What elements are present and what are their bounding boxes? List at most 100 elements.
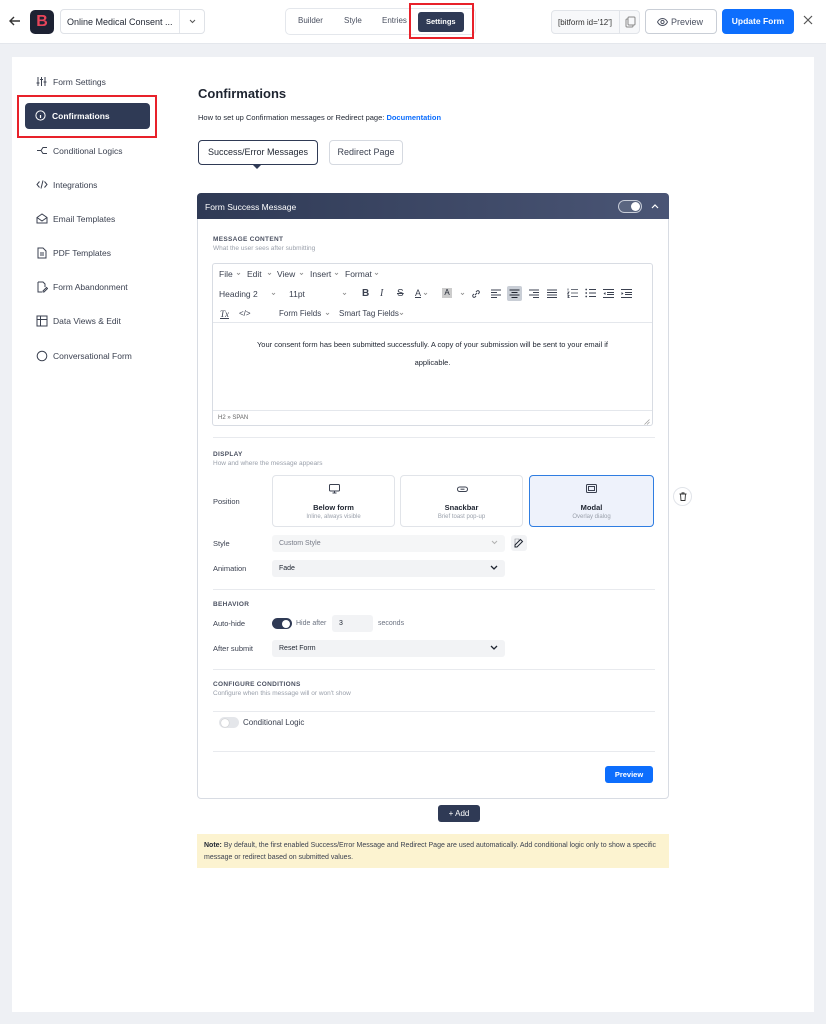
tab-redirect-page[interactable]: Redirect Page — [329, 140, 403, 165]
clear-format-icon[interactable]: Tx — [220, 309, 229, 319]
chevron-up-icon[interactable] — [651, 203, 659, 209]
after-submit-label: After submit — [213, 644, 254, 653]
pill-icon — [457, 484, 468, 494]
chevron-down-icon — [490, 565, 498, 570]
delete-message-button[interactable] — [673, 487, 692, 506]
tab-builder[interactable]: Builder — [298, 16, 323, 25]
trash-icon — [679, 492, 687, 501]
confirmations-highlight-box — [17, 95, 157, 138]
message-content-label: MESSAGE CONTENT — [213, 236, 284, 243]
after-submit-select[interactable]: Reset Form — [272, 640, 505, 657]
copy-icon[interactable] — [619, 11, 639, 33]
italic-icon[interactable]: I — [380, 288, 383, 299]
sidebar-item-conversational-form[interactable]: Conversational Form — [12, 344, 163, 367]
source-code-icon[interactable]: </> — [239, 309, 251, 318]
position-name: Snackbar — [444, 503, 479, 512]
back-arrow-icon[interactable] — [8, 14, 24, 30]
autohide-toggle[interactable] — [272, 618, 292, 629]
align-justify-icon[interactable] — [547, 289, 557, 298]
position-below-form[interactable]: Below form Inline, always visible — [272, 475, 395, 527]
bullet-list-icon[interactable] — [585, 288, 596, 298]
sidebar-item-data-views[interactable]: Data Views & Edit — [12, 309, 163, 333]
documentation-link[interactable]: Documentation — [386, 113, 441, 122]
edit-file-icon — [36, 281, 48, 293]
section-divider — [213, 589, 655, 590]
edit-style-button[interactable] — [511, 535, 527, 551]
shortcode-text: [bitform id='12'] — [558, 18, 612, 27]
sidebar-item-label: Form Settings — [53, 77, 106, 87]
preview-label: Preview — [671, 17, 704, 27]
info-note: Note: By default, the first enabled Succ… — [197, 834, 669, 868]
section-divider — [213, 711, 655, 712]
highlight-color-icon[interactable]: A — [442, 288, 452, 298]
tab-style[interactable]: Style — [344, 16, 362, 25]
smart-tag-fields-dropdown[interactable]: Smart Tag Fields — [339, 309, 399, 318]
text-color-icon[interactable]: A — [415, 288, 421, 298]
indent-icon[interactable] — [621, 289, 632, 298]
close-icon[interactable] — [803, 15, 813, 25]
form-fields-dropdown[interactable]: Form Fields — [279, 309, 321, 318]
sidebar-item-label: Data Views & Edit — [53, 316, 121, 326]
align-right-icon[interactable] — [529, 289, 539, 298]
panel-enabled-toggle[interactable] — [618, 200, 642, 213]
position-name: Below form — [313, 503, 354, 512]
sidebar-item-label: Integrations — [53, 180, 98, 190]
message-preview-button[interactable]: Preview — [605, 766, 653, 783]
editor-content-area[interactable]: Your consent form has been submitted suc… — [213, 322, 652, 410]
strikethrough-icon[interactable]: S — [397, 288, 404, 299]
table-icon — [36, 315, 48, 327]
sidebar-item-form-abandonment[interactable]: Form Abandonment — [12, 275, 163, 299]
preview-button[interactable]: Preview — [645, 9, 717, 34]
block-format-select[interactable]: Heading 2 — [219, 289, 258, 299]
resize-handle-icon[interactable] — [644, 419, 650, 425]
position-name: Modal — [580, 503, 603, 512]
hide-after-input[interactable]: 3 — [332, 615, 373, 632]
page-title: Confirmations — [198, 86, 287, 101]
conditional-logic-toggle[interactable] — [219, 717, 239, 728]
link-icon[interactable] — [471, 289, 481, 299]
edit-icon — [514, 538, 524, 548]
font-size-select[interactable]: 11pt — [289, 289, 305, 299]
sidebar-item-conditional-logics[interactable]: Conditional Logics — [12, 139, 163, 163]
sidebar-item-label: Form Abandonment — [53, 282, 128, 292]
sidebar-item-label: Email Templates — [53, 214, 116, 224]
behavior-label: BEHAVIOR — [213, 601, 250, 608]
style-value: Custom Style — [279, 540, 321, 547]
position-label: Position — [213, 497, 240, 506]
sidebar-item-integrations[interactable]: Integrations — [12, 173, 163, 197]
editor-status-bar: H2 » SPAN — [213, 410, 652, 426]
tab-entries[interactable]: Entries — [382, 16, 407, 25]
sidebar-item-email-templates[interactable]: Email Templates — [12, 207, 163, 231]
animation-select[interactable]: Fade — [272, 560, 505, 577]
mail-open-icon — [36, 213, 48, 224]
sidebar-item-pdf-templates[interactable]: PDF Templates — [12, 241, 163, 265]
align-left-icon[interactable] — [491, 289, 501, 298]
shortcode-box[interactable]: [bitform id='12'] — [551, 10, 640, 34]
add-message-button[interactable]: + Add — [438, 805, 480, 822]
section-divider — [213, 669, 655, 670]
update-form-button[interactable]: Update Form — [722, 9, 794, 34]
note-label: Note: — [204, 842, 222, 849]
align-center-icon[interactable] — [507, 286, 522, 301]
tab-success-error-messages[interactable]: Success/Error Messages — [198, 140, 318, 165]
active-tab-caret — [253, 165, 261, 169]
bold-icon[interactable]: B — [362, 288, 369, 299]
outdent-icon[interactable] — [603, 289, 614, 298]
sidebar-item-form-settings[interactable]: Form Settings — [12, 70, 163, 94]
position-desc: Inline, always visible — [306, 514, 361, 520]
numbered-list-icon[interactable] — [567, 288, 578, 298]
section-divider — [213, 437, 655, 438]
rich-text-editor: File Edit View Insert Format Heading 2 1… — [212, 263, 653, 426]
style-select[interactable]: Custom Style — [272, 535, 505, 552]
after-submit-value: Reset Form — [279, 645, 316, 652]
conditional-logic-label: Conditional Logic — [243, 718, 305, 727]
autohide-label: Auto-hide — [213, 619, 246, 628]
section-divider — [213, 751, 655, 752]
position-snackbar[interactable]: Snackbar Brief toast pop-up — [400, 475, 523, 527]
settings-highlight-box — [409, 3, 474, 39]
app-logo: B — [30, 10, 54, 34]
position-modal[interactable]: Modal Overlay dialog — [529, 475, 654, 527]
panel-header[interactable]: Form Success Message — [197, 193, 669, 219]
sliders-icon — [36, 76, 47, 87]
form-selector[interactable]: Online Medical Consent ... — [60, 9, 205, 34]
